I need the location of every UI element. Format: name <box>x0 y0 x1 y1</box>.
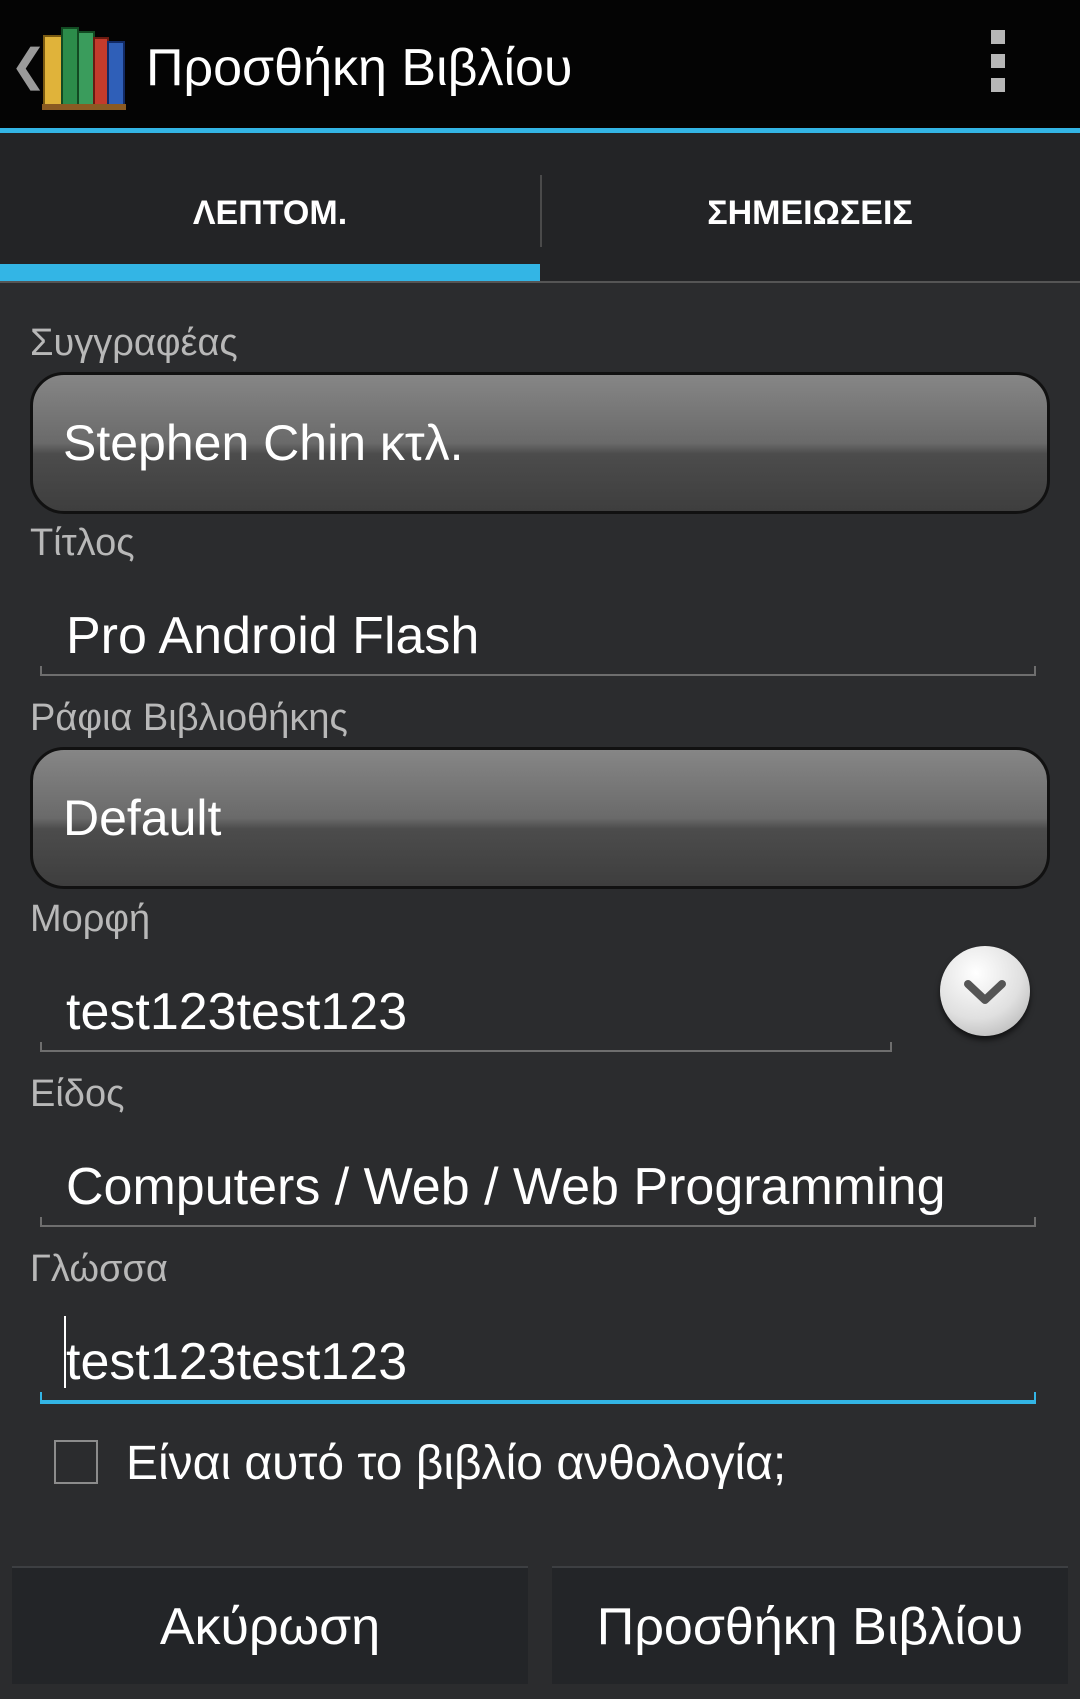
chevron-down-icon <box>964 980 1006 1004</box>
selected-tab-indicator <box>0 264 540 281</box>
books-app-icon[interactable] <box>40 22 130 112</box>
shelf-label: Ράφια Βιβλιοθήκης <box>30 697 348 739</box>
format-field[interactable]: test123test123 <box>40 983 892 1052</box>
add-book-button[interactable]: Προσθήκη Βιβλίου <box>552 1566 1068 1684</box>
language-label: Γλώσσα <box>30 1248 168 1290</box>
tab-notes[interactable]: ΣΗΜΕΙΩΣΕΙΣ <box>540 133 1080 281</box>
title-field[interactable]: Pro Android Flash <box>40 607 1036 676</box>
overflow-menu-icon[interactable] <box>978 30 1018 102</box>
title-value: Pro Android Flash <box>66 607 480 665</box>
genre-field[interactable]: Computers / Web / Web Programming <box>40 1158 1036 1227</box>
format-value: test123test123 <box>66 983 408 1041</box>
format-dropdown-button[interactable] <box>940 946 1030 1036</box>
page-title: Προσθήκη Βιβλίου <box>146 39 573 97</box>
tab-bar: ΛΕΠΤΟΜ. ΣΗΜΕΙΩΣΕΙΣ <box>0 133 1080 283</box>
tab-details[interactable]: ΛΕΠΤΟΜ. <box>0 133 540 281</box>
language-value: test123test123 <box>66 1333 408 1391</box>
anthology-label[interactable]: Είναι αυτό το βιβλίο ανθολογία; <box>126 1436 786 1491</box>
language-field[interactable]: test123test123 <box>40 1316 1036 1404</box>
author-label: Συγγραφέας <box>30 322 238 364</box>
genre-label: Είδος <box>30 1073 125 1115</box>
author-button[interactable]: Stephen Chin κτλ. <box>30 372 1050 514</box>
cancel-button[interactable]: Ακύρωση <box>12 1566 528 1684</box>
shelf-button[interactable]: Default <box>30 747 1050 889</box>
format-label: Μορφή <box>30 898 151 940</box>
genre-value: Computers / Web / Web Programming <box>66 1158 946 1216</box>
action-bar: ❮ Προσθήκη Βιβλίου <box>0 0 1080 133</box>
anthology-checkbox[interactable] <box>54 1440 98 1484</box>
title-label: Τίτλος <box>30 522 135 564</box>
